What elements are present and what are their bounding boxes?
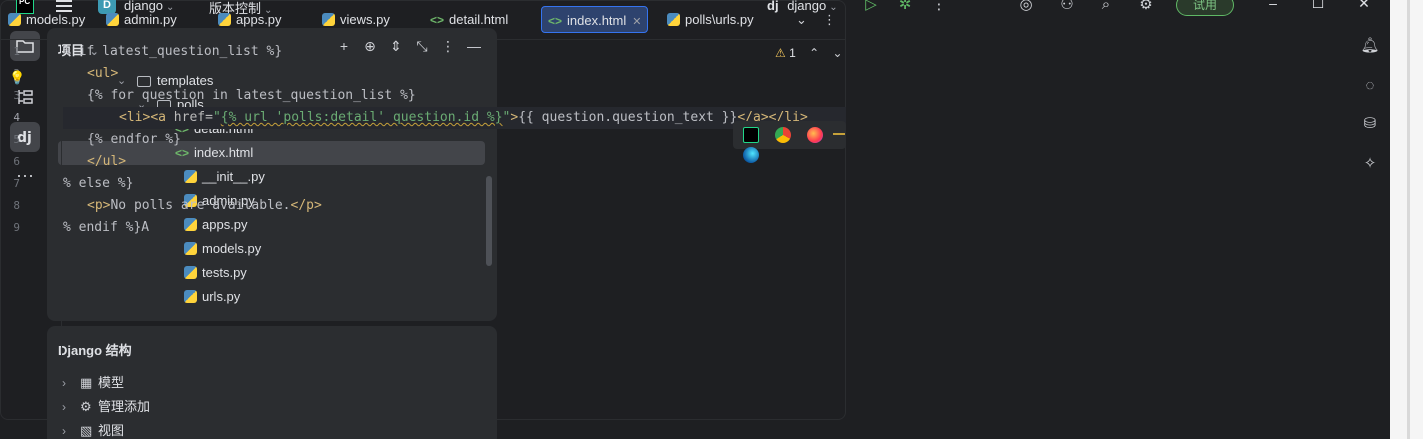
python-file-icon bbox=[218, 13, 231, 26]
tab-label: models.py bbox=[26, 12, 86, 27]
tab-apps-py[interactable]: apps.py bbox=[212, 6, 288, 33]
debug-icon[interactable]: ✲ bbox=[895, 0, 915, 14]
tab-admin-py[interactable]: admin.py bbox=[100, 6, 183, 33]
next-highlight-icon[interactable]: ⌄ bbox=[833, 46, 843, 60]
tab-label: apps.py bbox=[236, 12, 282, 27]
code-line-9: % endif %}A bbox=[63, 220, 150, 235]
editor-tabs: models.py admin.py apps.py views.py <> detail… bbox=[0, 0, 846, 40]
code-line-6: </ul> bbox=[87, 154, 127, 169]
code-line-8: <p>No polls are available.</p> bbox=[87, 198, 322, 213]
edge-icon[interactable] bbox=[743, 147, 759, 163]
warning-stripe-marker[interactable] bbox=[833, 133, 845, 135]
minimize-icon[interactable]: – bbox=[1266, 0, 1280, 10]
run-icon[interactable]: ▷ bbox=[861, 0, 881, 14]
tab-views-py[interactable]: views.py bbox=[316, 6, 396, 33]
line-number: 8 bbox=[13, 199, 20, 212]
django-structure-item-label: 视图 bbox=[98, 423, 125, 438]
line-number: 6 bbox=[13, 155, 20, 168]
plugin-icon[interactable]: ✧ bbox=[1360, 154, 1380, 174]
chrome-icon[interactable] bbox=[774, 127, 791, 143]
line-number: 1 bbox=[13, 45, 20, 58]
tab-more-icon[interactable]: ⋮ bbox=[823, 6, 836, 33]
line-number: 3 bbox=[13, 89, 20, 102]
maximize-icon[interactable]: ☐ bbox=[1311, 0, 1325, 10]
ide-window: PC D django ⌄ 版本控制 ⌄ dj django ⌄ ▷ ✲ ⋮ ◎ ⚇ … bbox=[0, 0, 1390, 439]
python-file-icon bbox=[106, 13, 119, 26]
code-line-4: <li><a href="{% url 'polls:detail' quest… bbox=[119, 110, 808, 125]
close-tab-icon[interactable]: ✕ bbox=[632, 16, 641, 28]
trial-button[interactable]: 试用 bbox=[1176, 0, 1234, 16]
firefox-icon[interactable] bbox=[806, 127, 823, 143]
tab-index-html[interactable]: <> index.html ✕ bbox=[541, 6, 649, 33]
settings-gear-icon[interactable]: ⚙ bbox=[1136, 0, 1156, 14]
tab-label: admin.py bbox=[124, 12, 177, 27]
database-icon[interactable]: ⛁ bbox=[1360, 114, 1380, 134]
ai-assistant-icon[interactable]: ◎ bbox=[1016, 0, 1036, 14]
warning-count: 1 bbox=[789, 46, 796, 60]
html-file-icon: <> bbox=[548, 14, 563, 28]
code-line-3: {% for question in latest_question_list … bbox=[87, 88, 416, 103]
line-number: 7 bbox=[13, 177, 20, 190]
open-in-browser-popup bbox=[733, 121, 846, 163]
code-line-5: {% endfor %} bbox=[87, 132, 181, 147]
line-gutter: 123456789 bbox=[0, 40, 62, 420]
code-area[interactable]: % if latest_question_list %} <ul> {% for… bbox=[63, 40, 846, 420]
tab-detail-html[interactable]: <> detail.html bbox=[424, 6, 514, 33]
lightbulb-icon[interactable]: 💡 bbox=[9, 70, 25, 86]
search-icon[interactable]: ⌕ bbox=[1096, 0, 1116, 14]
tab-label: views.py bbox=[340, 12, 390, 27]
html-file-icon: <> bbox=[430, 13, 445, 27]
tab-label: polls\urls.py bbox=[685, 12, 754, 27]
python-file-icon bbox=[667, 13, 680, 26]
code-line-1: % if latest_question_list %} bbox=[63, 44, 283, 59]
ai-chat-icon[interactable]: ◌ bbox=[1360, 76, 1380, 96]
tab-list-chevron-icon[interactable]: ⌄ bbox=[796, 6, 807, 33]
line-number: 5 bbox=[13, 133, 20, 146]
right-tool-strip: 🔔︎ ◌ ⛁ ✧ bbox=[1352, 28, 1390, 439]
notifications-icon[interactable]: 🔔︎ bbox=[1360, 36, 1380, 56]
editor-panel: models.py admin.py apps.py views.py <> detail… bbox=[0, 0, 846, 420]
close-window-icon[interactable]: ✕ bbox=[1357, 0, 1371, 10]
line-number: 4 bbox=[13, 111, 20, 124]
window-edge bbox=[1407, 0, 1410, 439]
tab-label: index.html bbox=[567, 13, 627, 28]
python-file-icon bbox=[322, 13, 335, 26]
tab-polls-urls-py[interactable]: polls\urls.py bbox=[661, 6, 760, 33]
pycharm-browser-icon[interactable] bbox=[743, 127, 759, 143]
tab-models-py[interactable]: models.py bbox=[2, 6, 91, 33]
add-user-icon[interactable]: ⚇ bbox=[1057, 0, 1077, 14]
more-actions-icon[interactable]: ⋮ bbox=[929, 0, 949, 14]
image-icon: ▧ bbox=[80, 423, 93, 438]
warning-icon: ⚠ bbox=[775, 46, 786, 60]
code-line-2: <ul> bbox=[87, 66, 119, 81]
previous-highlight-icon[interactable]: ⌃ bbox=[809, 46, 819, 60]
code-line-7: % else %} bbox=[63, 176, 134, 191]
inspection-widget[interactable]: ⚠ 1 ⌃ ⌄ bbox=[775, 46, 843, 60]
python-file-icon bbox=[8, 13, 21, 26]
tab-label: detail.html bbox=[449, 12, 509, 27]
line-number: 9 bbox=[13, 221, 20, 234]
chevron-right-icon[interactable]: › bbox=[62, 419, 66, 439]
